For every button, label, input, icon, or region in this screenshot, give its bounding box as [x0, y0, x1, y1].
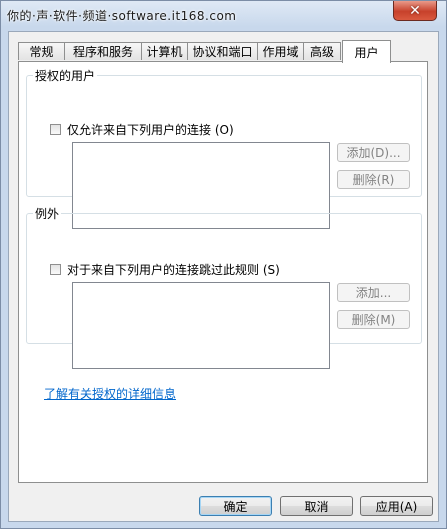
skip-rule-users-row[interactable]: 对于来自下列用户的连接跳过此规则 (S): [50, 261, 280, 278]
authorized-users-legend: 授权的用户: [35, 69, 96, 83]
dialog-window: 你的·声·软件·频道·software.it168.com ✕ 常规 程序和服务…: [0, 0, 447, 529]
exceptions-legend: 例外: [35, 207, 60, 221]
tab-programs-services[interactable]: 程序和服务: [64, 42, 142, 60]
tab-general[interactable]: 常规: [18, 42, 65, 60]
tab-protocols-ports[interactable]: 协议和端口: [187, 42, 258, 60]
title-watermark: 你的·声·软件·频道·software.it168.com: [7, 9, 237, 23]
tab-computers[interactable]: 计算机: [141, 42, 188, 60]
learn-more-link[interactable]: 了解有关授权的详细信息: [44, 385, 176, 402]
close-button[interactable]: ✕: [393, 1, 437, 21]
only-allow-users-checkbox[interactable]: [50, 124, 61, 135]
skip-rule-users-label: 对于来自下列用户的连接跳过此规则 (S): [67, 263, 280, 277]
only-allow-users-label: 仅允许来自下列用户的连接 (O): [67, 123, 234, 137]
add-exception-user-button[interactable]: 添加...: [337, 283, 410, 302]
tab-advanced[interactable]: 高级: [303, 42, 341, 60]
skip-rule-users-checkbox[interactable]: [50, 264, 61, 275]
add-authorized-user-button[interactable]: 添加(D)...: [337, 143, 410, 162]
close-icon: ✕: [409, 2, 421, 19]
ok-button[interactable]: 确定: [199, 496, 272, 516]
only-allow-users-row[interactable]: 仅允许来自下列用户的连接 (O): [50, 121, 234, 138]
exceptions-list[interactable]: [72, 282, 330, 369]
tab-users[interactable]: 用户: [342, 40, 391, 63]
tab-scope[interactable]: 作用域: [257, 42, 304, 60]
remove-authorized-user-button[interactable]: 删除(R): [337, 170, 410, 189]
apply-button[interactable]: 应用(A): [360, 496, 433, 516]
cancel-button[interactable]: 取消: [280, 496, 353, 516]
remove-exception-user-button[interactable]: 删除(M): [337, 310, 410, 329]
users-tab-panel: 授权的用户 仅允许来自下列用户的连接 (O) 添加(D)... 删除(R) 例外…: [18, 61, 428, 483]
dialog-client: 常规 程序和服务 计算机 协议和端口 作用域 高级 用户 授权的用户 仅允许来自…: [8, 31, 439, 522]
